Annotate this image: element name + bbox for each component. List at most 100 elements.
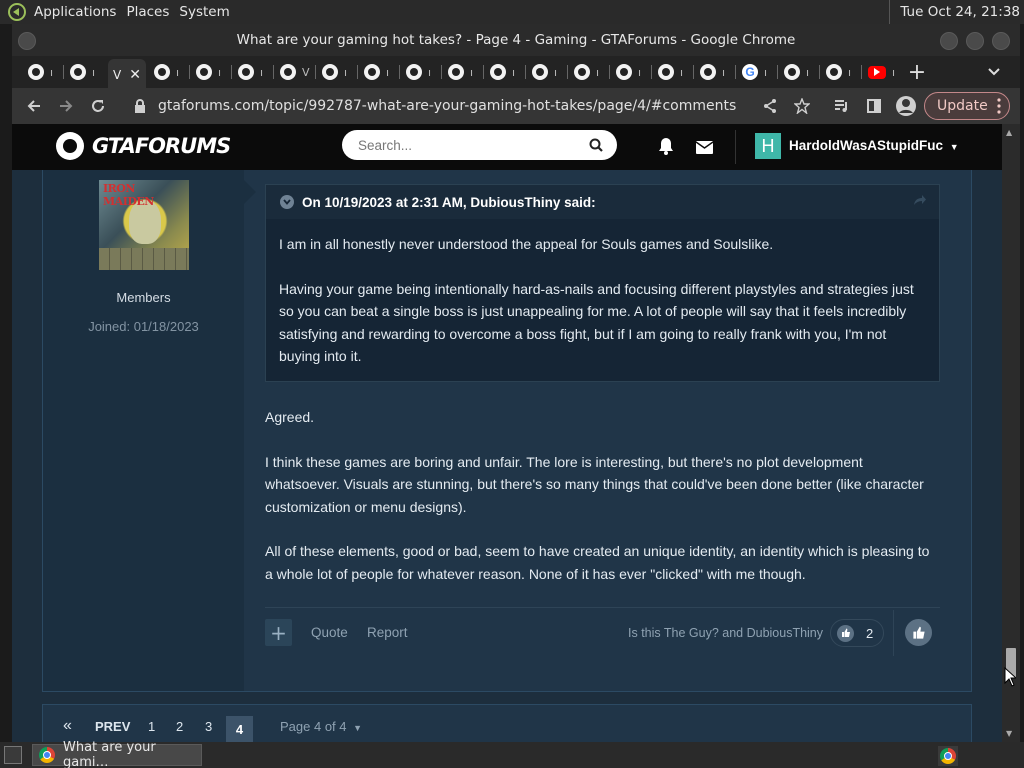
os-logo-icon[interactable] — [6, 1, 28, 23]
window-titlebar[interactable]: What are your gaming hot takes? - Page 4… — [12, 24, 1020, 56]
gtaforums-favicon-icon — [700, 64, 716, 80]
post-content: Agreed. I think these games are boring a… — [265, 406, 935, 607]
address-bar[interactable]: gtaforums.com/topic/992787-what-are-your… — [120, 92, 802, 120]
tab-active[interactable]: V ✕ — [108, 59, 146, 91]
more-menu-icon[interactable] — [997, 98, 1001, 118]
go-to-quote-arrow-icon[interactable] — [913, 194, 927, 209]
tab[interactable]: ı — [822, 59, 864, 85]
quote-button[interactable]: Quote — [311, 625, 348, 640]
url-text[interactable]: gtaforums.com/topic/992787-what-are-your… — [158, 98, 736, 114]
browser-toolbar: gtaforums.com/topic/992787-what-are-your… — [12, 88, 1020, 124]
tab[interactable]: ı — [738, 59, 780, 85]
user-menu[interactable]: HardoldWasAStupidFuc ▼ — [789, 138, 959, 153]
user-avatar[interactable]: H — [755, 133, 781, 159]
close-window-button[interactable] — [992, 32, 1010, 50]
scroll-up-arrow-icon[interactable]: ▲ — [1006, 128, 1012, 137]
side-panel-icon[interactable] — [862, 94, 886, 118]
page-viewport: GTAFORUMS H HardoldWasAStupidFuc — [12, 124, 1020, 742]
notifications-bell-icon[interactable] — [658, 137, 674, 159]
top-panel: Applications Places System Tue Oct 24, 2… — [0, 0, 1024, 24]
gtaforums-logo-icon — [56, 132, 84, 160]
tab[interactable]: V — [276, 59, 318, 85]
reload-icon[interactable] — [86, 94, 110, 118]
tab-strip: ı ı V✕ ı ı ı V ı ı ı ı ı ı ı ı ı ı ı ı ı… — [12, 56, 1020, 91]
gtaforums-favicon-icon — [448, 64, 464, 80]
messages-envelope-icon[interactable] — [695, 139, 714, 158]
tab[interactable]: ı — [24, 59, 66, 85]
browser-window: What are your gaming hot takes? - Page 4… — [12, 24, 1020, 742]
tab[interactable]: ı — [696, 59, 738, 85]
tab[interactable]: ı — [654, 59, 696, 85]
gtaforums-favicon-icon — [70, 64, 86, 80]
tray-chrome-icon[interactable] — [938, 746, 958, 766]
tab[interactable]: ı — [360, 59, 402, 85]
tab[interactable]: ı — [66, 59, 108, 85]
tab[interactable]: ı — [318, 59, 360, 85]
quote-paragraph: I am in all honestly never understood th… — [279, 236, 774, 252]
gtaforums-favicon-icon — [322, 64, 338, 80]
show-desktop-button[interactable] — [4, 746, 22, 764]
tab[interactable]: ı — [570, 59, 612, 85]
menu-system[interactable]: System — [179, 4, 239, 20]
page-link-1[interactable]: 1 — [148, 719, 155, 734]
gtaforums-favicon-icon — [196, 64, 212, 80]
search-icon[interactable] — [589, 137, 603, 156]
new-tab-button[interactable]: + — [905, 60, 929, 85]
reaction-users[interactable]: Is this The Guy? and DubiousThiny — [628, 626, 823, 640]
tab[interactable]: ı — [864, 59, 906, 85]
tab-search-chevron-icon[interactable] — [984, 62, 1004, 82]
page-jump-dropdown[interactable]: Page 4 of 4 ▼ — [280, 719, 362, 734]
author-avatar[interactable]: IRON MAIDEN — [99, 180, 189, 270]
share-icon[interactable] — [758, 94, 782, 118]
site-logo[interactable]: GTAFORUMS — [56, 132, 231, 160]
page-link-2[interactable]: 2 — [176, 719, 183, 734]
forward-arrow-icon[interactable] — [54, 94, 78, 118]
tab[interactable]: ı — [612, 59, 654, 85]
tab[interactable]: ı — [234, 59, 276, 85]
close-tab-icon[interactable]: ✕ — [129, 67, 141, 83]
taskbar-chrome-window[interactable]: What are your gami… — [32, 740, 202, 768]
lock-icon[interactable] — [134, 99, 146, 113]
back-arrow-icon[interactable] — [22, 94, 46, 118]
update-button[interactable]: Update — [924, 92, 1010, 120]
post-footer-divider — [265, 607, 940, 608]
first-page-double-chevron-icon[interactable]: « — [63, 717, 72, 735]
prev-page-button[interactable]: PREV — [95, 719, 130, 734]
post-paragraph: I think these games are boring and unfai… — [265, 453, 924, 515]
tab[interactable]: ı — [150, 59, 192, 85]
clock[interactable]: Tue Oct 24, 21:38 — [889, 0, 1024, 24]
header-divider — [735, 130, 736, 164]
mouse-cursor-icon — [1004, 667, 1016, 687]
multiquote-plus-button[interactable]: + — [265, 619, 292, 646]
search-input[interactable] — [358, 137, 578, 153]
menu-places[interactable]: Places — [126, 4, 179, 20]
tab[interactable]: ı — [528, 59, 570, 85]
maximize-button[interactable] — [966, 32, 984, 50]
media-control-icon[interactable] — [830, 94, 854, 118]
gtaforums-favicon-icon — [574, 64, 590, 80]
page-scrollbar[interactable]: ▲ ▼ — [1002, 124, 1020, 742]
author-group: Members — [116, 290, 171, 305]
bookmark-star-icon[interactable] — [790, 94, 814, 118]
page-link-3[interactable]: 3 — [205, 719, 212, 734]
tab[interactable]: ı — [486, 59, 528, 85]
pagination-bar: « PREV 1 2 3 4 Page 4 of 4 ▼ — [42, 704, 972, 742]
site-header: GTAFORUMS H HardoldWasAStupidFuc — [12, 124, 1002, 170]
quote-body: I am in all honestly never understood th… — [279, 233, 919, 390]
scroll-down-arrow-icon[interactable]: ▼ — [1006, 729, 1012, 738]
collapse-chevron-icon[interactable] — [280, 195, 294, 209]
report-button[interactable]: Report — [367, 625, 408, 640]
minimize-button[interactable] — [940, 32, 958, 50]
window-menu-button[interactable] — [18, 32, 36, 50]
menu-applications[interactable]: Applications — [34, 4, 126, 20]
tab[interactable]: ı — [402, 59, 444, 85]
tab[interactable]: ı — [444, 59, 486, 85]
tab[interactable]: ı — [780, 59, 822, 85]
tab[interactable]: ı — [192, 59, 234, 85]
profile-avatar-icon[interactable] — [894, 94, 918, 118]
author-joined-date: Joined: 01/18/2023 — [88, 319, 199, 334]
reaction-summary[interactable]: 2 — [830, 619, 884, 647]
gtaforums-favicon-icon — [28, 64, 44, 80]
page-link-current[interactable]: 4 — [226, 716, 253, 742]
react-thumbs-up-button[interactable] — [905, 619, 932, 646]
